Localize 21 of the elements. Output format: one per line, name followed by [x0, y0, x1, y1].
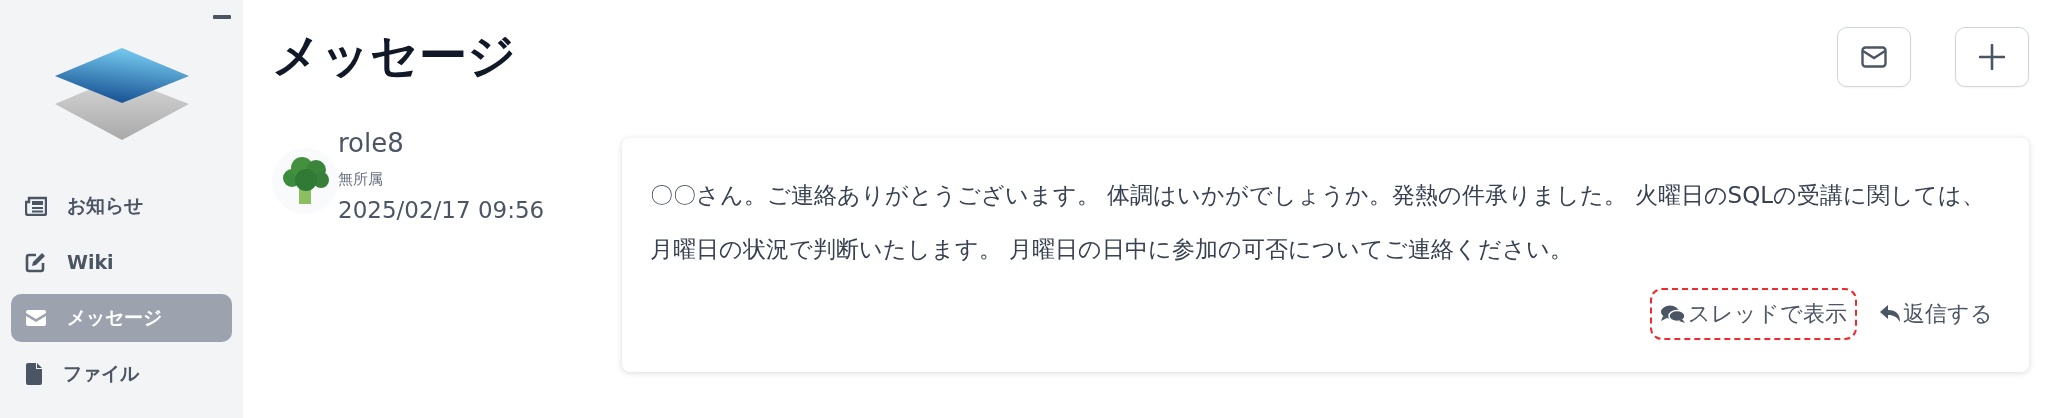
action-link[interactable]: スレッドで表示 [1650, 288, 1857, 340]
sidebar-item[interactable]: お知らせ [11, 182, 232, 230]
action-link[interactable]: 返信する [1869, 288, 2003, 340]
author-name: role8 [338, 128, 405, 158]
speech-bubbles-icon [1660, 304, 1686, 324]
timestamp: 2025/02/17 09:56 [338, 197, 545, 223]
reply-icon [1879, 304, 1901, 324]
edit-icon [25, 251, 47, 273]
message-text: 〇〇さん。ご連絡ありがとうございます。 体調はいかがでしょうか。発熱の件承りました。 火曜日のSQLの受講に関しては、月曜日の状況で判断いたします。 月曜日の日中に参加の可否についてご連絡ください。 [650, 181, 1987, 264]
affiliation: 無所属 [338, 170, 384, 189]
sidebar-item[interactable]: ファイル [11, 350, 232, 398]
plus-icon [1979, 44, 2005, 70]
newspaper-icon [25, 196, 47, 216]
envelope-icon [25, 309, 47, 327]
envelope-icon [1861, 46, 1887, 68]
page-title: メッセージ [272, 26, 517, 85]
add-button[interactable] [1955, 27, 2029, 87]
logo-icon [54, 48, 189, 140]
compose-button[interactable] [1837, 27, 1911, 87]
sidebar-item[interactable]: Wiki [11, 238, 232, 286]
file-icon [25, 363, 43, 385]
